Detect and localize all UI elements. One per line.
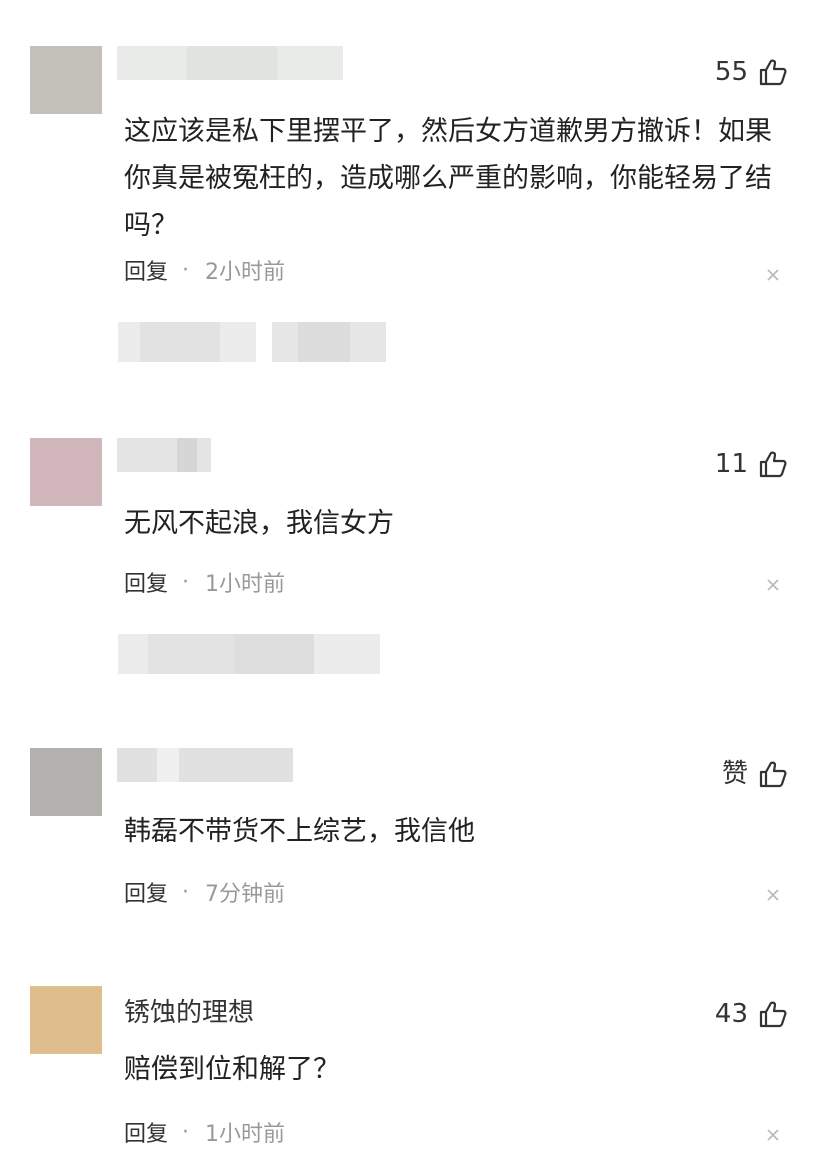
thumbs-up-icon[interactable] — [758, 999, 788, 1029]
comment-item: 55 这应该是私下里摆平了，然后女方道歉男方撤诉！如果你真是被冤枉的，造成哪么严… — [0, 40, 818, 370]
avatar[interactable] — [30, 748, 102, 816]
comment-item: 锈蚀的理想 43 赔偿到位和解了？ 回复 · 1小时前 — [0, 982, 818, 1162]
meta-separator: · — [182, 1119, 190, 1145]
author-name-blurred — [117, 46, 343, 80]
thumbs-up-icon[interactable] — [758, 57, 788, 87]
like-count: 赞 — [721, 759, 748, 789]
reply-button[interactable]: 回复 — [124, 1116, 168, 1148]
reply-preview-blurred — [118, 322, 386, 362]
comment-time: 2小时前 — [205, 260, 286, 285]
close-icon[interactable] — [762, 1124, 784, 1146]
like-count: 55 — [714, 57, 748, 87]
reply-button[interactable]: 回复 — [124, 254, 168, 286]
avatar[interactable] — [30, 438, 102, 506]
comment-text: 韩磊不带货不上综艺，我信他 — [124, 816, 475, 847]
comment-text: 这应该是私下里摆平了，然后女方道歉男方撤诉！如果你真是被冤枉的，造成哪么严重的影… — [124, 116, 772, 241]
comment-meta: 回复 · 1小时前 — [124, 1116, 285, 1148]
meta-separator: · — [182, 569, 190, 595]
comment-time: 1小时前 — [205, 572, 286, 597]
meta-separator: · — [182, 879, 190, 905]
comment-meta: 回复 · 7分钟前 — [124, 876, 285, 908]
avatar[interactable] — [30, 46, 102, 114]
meta-separator: · — [182, 257, 190, 283]
comment-text: 赔偿到位和解了？ — [124, 1054, 340, 1085]
like-control[interactable]: 55 — [715, 54, 788, 90]
comment-meta: 回复 · 2小时前 — [124, 254, 285, 286]
like-count: 43 — [714, 999, 748, 1029]
comment-meta: 回复 · 1小时前 — [124, 566, 285, 598]
reply-preview-blurred — [118, 634, 380, 674]
like-control[interactable]: 11 — [715, 446, 788, 482]
author-name-blurred — [117, 438, 211, 472]
comment-time: 1小时前 — [205, 1122, 286, 1147]
comment-text: 无风不起浪，我信女方 — [124, 508, 394, 539]
reply-button[interactable]: 回复 — [124, 876, 168, 908]
reply-button[interactable]: 回复 — [124, 566, 168, 598]
author-name-blurred — [117, 748, 293, 782]
comment-time: 7分钟前 — [205, 882, 286, 907]
author-name[interactable]: 锈蚀的理想 — [124, 996, 254, 1030]
close-icon[interactable] — [762, 574, 784, 596]
avatar[interactable] — [30, 986, 102, 1054]
thumbs-up-icon[interactable] — [758, 449, 788, 479]
close-icon[interactable] — [762, 264, 784, 286]
comment-item: 11 无风不起浪，我信女方 回复 · 1小时前 — [0, 432, 818, 682]
like-control[interactable]: 赞 — [722, 756, 788, 792]
thumbs-up-icon[interactable] — [758, 759, 788, 789]
like-count: 11 — [714, 449, 748, 479]
comment-item: 赞 韩磊不带货不上综艺，我信他 回复 · 7分钟前 — [0, 742, 818, 922]
like-control[interactable]: 43 — [715, 996, 788, 1032]
close-icon[interactable] — [762, 884, 784, 906]
